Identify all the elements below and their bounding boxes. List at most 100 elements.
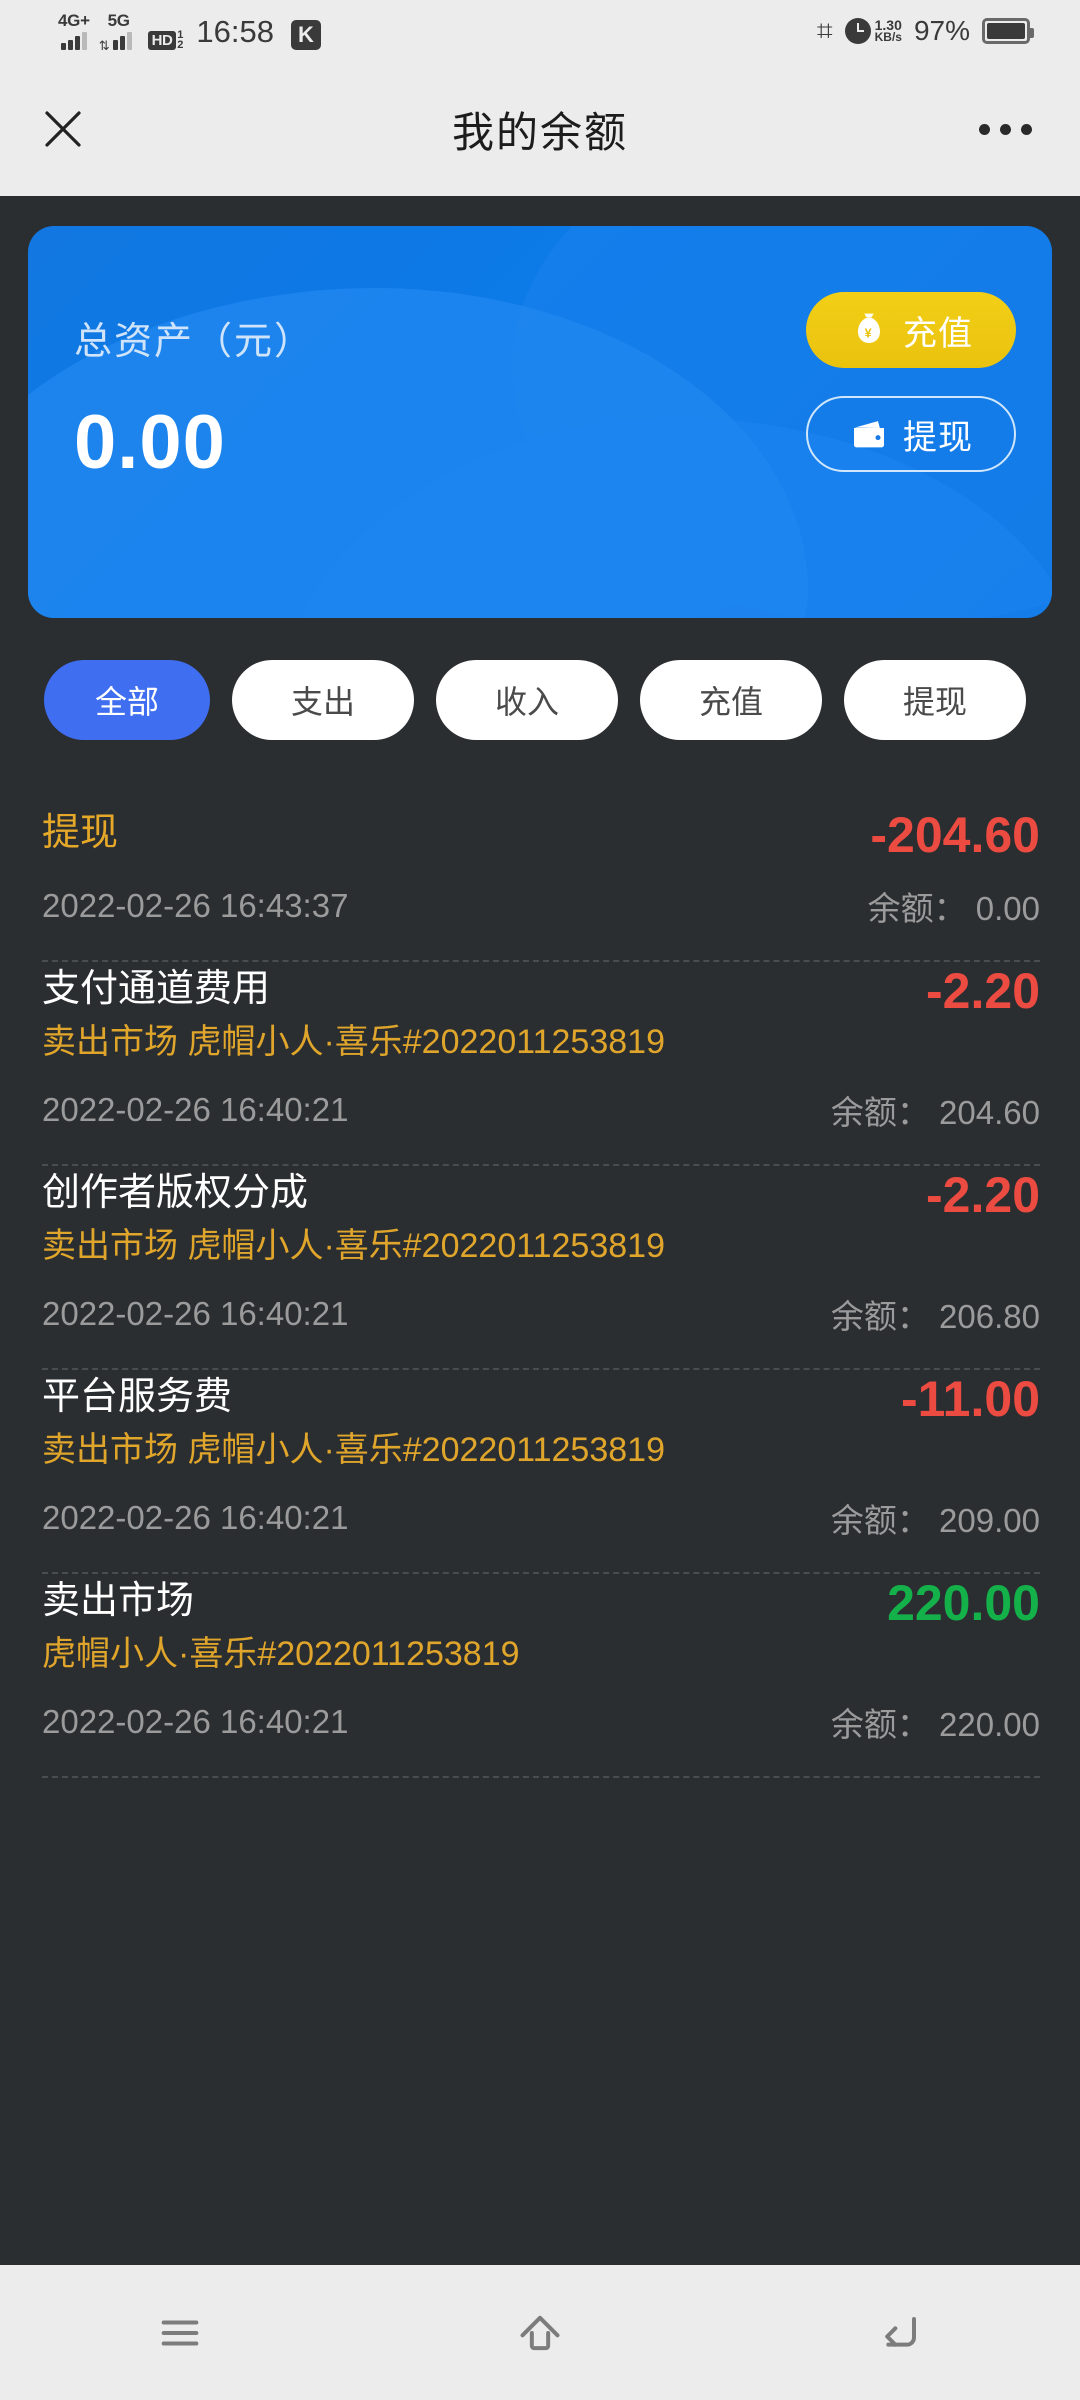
back-icon [885,2316,916,2347]
transaction-balance-value: 206.80 [929,1298,1040,1335]
transaction-datetime: 2022-02-26 16:40:21 [42,1091,349,1128]
balance-card-actions: ¥ 充值 提现 [806,292,1016,472]
status-bar-left: 4G+ 5G ⇅ HD 1 2 16:58 K [58,12,321,53]
transaction-subtitle: 卖出市场 虎帽小人·喜乐#2022011253819 [42,1023,665,1061]
filter-pill-label: 充值 [698,684,763,720]
phone-screen: 4G+ 5G ⇅ HD 1 2 16:58 K ⌗ 1.30 KB/s 97% … [0,0,1080,2400]
transaction-meta: 2022-02-26 16:40:21 余额： 206.80 [42,1290,1040,1338]
transaction-row[interactable]: 卖出市场 虎帽小人·喜乐#2022011253819 220.00 2022-02-2… [0,1574,1080,1778]
transaction-text-block: 创作者版权分成卖出市场 虎帽小人·喜乐#2022011253819 [42,1166,906,1272]
data-arrows-icon: ⇅ [98,38,110,53]
page-title: 我的余额 [451,108,628,156]
transaction-meta: 2022-02-26 16:40:21 余额： 220.00 [42,1698,1040,1746]
transaction-meta: 2022-02-26 16:40:21 余额： 204.60 [42,1086,1040,1134]
transaction-balance-label: 余额： [867,890,967,927]
bluetooth-icon: ⌗ [816,15,833,46]
transaction-balance: 余额： 220.00 [831,1698,1040,1746]
transaction-row-main: 平台服务费 卖出市场 虎帽小人·喜乐#2022011253819 -11.00 [42,1370,1040,1476]
transaction-row[interactable]: 创作者版权分成卖出市场 虎帽小人·喜乐#2022011253819 -2.20 20… [0,1166,1080,1370]
home-icon [520,2315,560,2350]
transaction-balance-value: 209.00 [929,1502,1040,1539]
transaction-amount: -2.20 [926,963,1040,1019]
transaction-list: 提现 -204.60 2022-02-26 16:43:37 余额： 0.00 支付通道… [0,790,1080,1778]
more-dot-3 [1021,123,1032,135]
transaction-balance: 余额： 204.60 [831,1086,1040,1134]
transaction-balance-label: 余额： [830,1094,930,1131]
transaction-balance: 余额： 0.00 [868,882,1040,930]
signal-bars-icon [60,31,87,50]
balance-card: 总资产（元） 0.00 ¥ 充值 提现 [28,226,1052,618]
hd-sim-2: 2 [177,39,184,51]
filter-pill-1[interactable]: 支出 [232,660,414,740]
wallet-icon [854,421,884,448]
transaction-balance-value: 204.60 [929,1094,1040,1131]
transaction-balance-label: 余额： [830,1298,930,1335]
transaction-row-main: 支付通道费用卖出市场 虎帽小人·喜乐#2022011253819 -2.20 [42,962,1040,1068]
transaction-amount: -204.60 [870,807,1040,863]
network-indicator-secondary: 5G ⇅ [98,12,139,53]
svg-text:¥: ¥ [865,326,874,340]
transaction-meta: 2022-02-26 16:40:21 余额： 209.00 [42,1494,1040,1542]
android-nav-bar [0,2265,1080,2400]
filter-pill-label: 全部 [94,684,159,720]
transaction-amount: -2.20 [926,1167,1040,1223]
transaction-row[interactable]: 支付通道费用卖出市场 虎帽小人·喜乐#2022011253819 -2.20 202… [0,962,1080,1166]
app-header: 我的余额 [0,62,1080,196]
network-speed-indicator: 1.30 KB/s [844,18,902,44]
filter-pill-0[interactable]: 全部 [44,660,210,740]
transaction-title: 卖出市场 [42,1580,195,1622]
filter-pill-4[interactable]: 提现 [844,660,1026,740]
filter-pill-2[interactable]: 收入 [436,660,618,740]
transaction-row[interactable]: 平台服务费 卖出市场 虎帽小人·喜乐#2022011253819 -11.00 202… [0,1370,1080,1574]
battery-icon [982,18,1034,44]
transaction-balance: 余额： 206.80 [831,1290,1040,1338]
filter-pill-3[interactable]: 充值 [640,660,822,740]
status-bar-right: ⌗ 1.30 KB/s 97% [816,15,1034,47]
nav-home-button[interactable] [465,2283,615,2383]
transaction-datetime: 2022-02-26 16:40:21 [42,1499,349,1536]
transaction-divider [42,1776,1040,1778]
transaction-subtitle: 虎帽小人·喜乐#2022011253819 [42,1635,520,1673]
filter-pill-row: 全部 支出 收入 充值 提现 [0,660,1080,740]
money-bag-icon: ¥ [858,313,880,343]
more-dot-2 [1000,123,1011,135]
status-bar: 4G+ 5G ⇅ HD 1 2 16:58 K ⌗ 1.30 KB/s 97% [0,0,1080,62]
nav-menu-button[interactable] [105,2283,255,2383]
more-options-button[interactable] [979,123,1032,135]
withdraw-button-label: 提现 [903,418,973,457]
more-dot-1 [979,123,990,135]
recharge-button-label: 充值 [903,314,973,353]
transaction-row-main: 卖出市场虎帽小人·喜乐#2022011253819 220.00 [42,1574,1040,1680]
transaction-row[interactable]: 提现 -204.60 2022-02-26 16:43:37 余额： 0.00 [0,790,1080,962]
transaction-row-main: 提现 -204.60 [42,806,1040,864]
network-indicator-primary: 4G+ [58,12,90,50]
signal-bars-icon-2: ⇅ [98,31,139,53]
transaction-title: 创作者版权分成 [42,1172,309,1214]
transaction-title: 平台服务费 [42,1376,233,1418]
filter-pill-label: 提现 [902,684,967,720]
transaction-balance-value: 220.00 [929,1706,1040,1743]
transaction-title: 提现 [42,812,119,854]
recharge-button[interactable]: ¥ 充值 [806,292,1016,368]
app-badge-icon: K [291,20,321,50]
filter-pill-label: 收入 [494,684,559,720]
status-bar-clock: 16:58 [196,14,274,49]
transaction-datetime: 2022-02-26 16:43:37 [42,887,349,924]
network-speed-unit: KB/s [874,30,902,44]
transaction-balance-label: 余额： [830,1502,930,1539]
transaction-row-main: 创作者版权分成卖出市场 虎帽小人·喜乐#2022011253819 -2.20 [42,1166,1040,1272]
transaction-title: 支付通道费用 [42,968,271,1010]
transaction-subtitle: 卖出市场 虎帽小人·喜乐#2022011253819 [42,1227,665,1265]
nav-back-button[interactable] [825,2283,975,2383]
transaction-subtitle: 卖出市场 虎帽小人·喜乐#2022011253819 [42,1431,665,1469]
transaction-balance-value: 0.00 [966,890,1040,927]
transaction-datetime: 2022-02-26 16:40:21 [42,1295,349,1332]
transaction-amount: 220.00 [887,1575,1040,1631]
transaction-text-block: 平台服务费卖出市场 虎帽小人·喜乐#2022011253819 [42,1370,881,1476]
withdraw-button[interactable]: 提现 [806,396,1016,472]
transaction-datetime: 2022-02-26 16:40:21 [42,1703,349,1740]
hd-voice-icon: HD 1 2 [147,30,184,51]
network-speed-text: 1.30 KB/s [874,18,902,44]
transaction-text-block: 卖出市场虎帽小人·喜乐#2022011253819 [42,1574,867,1680]
hd-sim-slots: 1 2 [177,30,184,51]
